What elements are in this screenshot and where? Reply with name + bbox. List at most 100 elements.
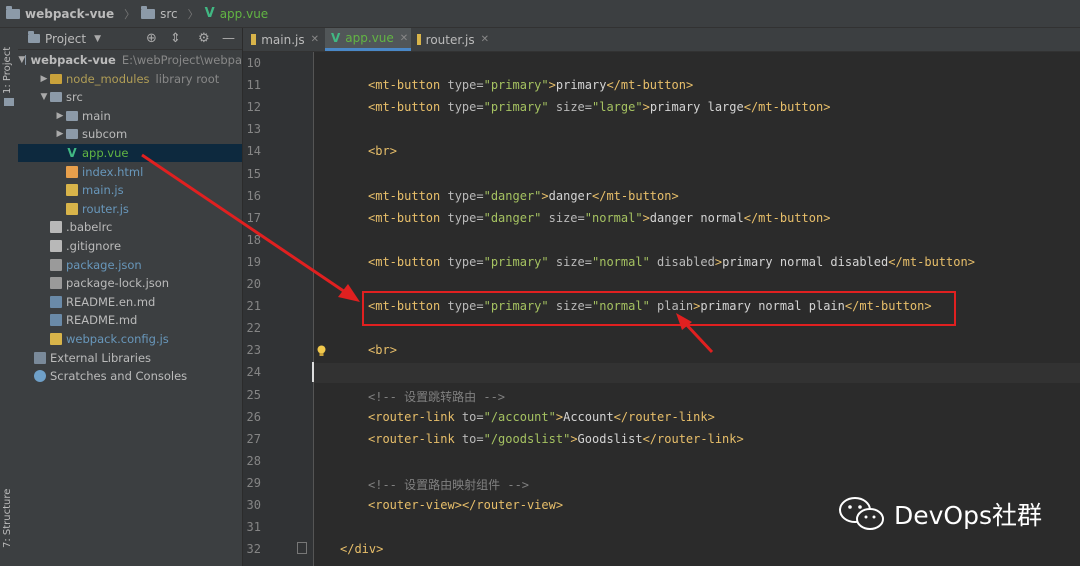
tab-label: router.js — [425, 32, 475, 47]
folder-icon — [141, 5, 156, 19]
collapse-icon[interactable]: ⇕ — [170, 31, 181, 46]
tree-item-label: .babelrc — [66, 220, 113, 235]
folder-icon — [50, 73, 62, 84]
code-line: <mt-button type="primary">primary</mt-bu… — [368, 78, 694, 93]
tab-main-js[interactable]: main.js ✕ — [245, 28, 325, 51]
tree-item-label: main — [82, 108, 111, 123]
tree-item-label: index.html — [82, 164, 144, 179]
tree-item[interactable]: main.js — [18, 181, 242, 199]
line-number: 20 — [246, 277, 261, 291]
tree-item[interactable]: Scratches and Consoles — [18, 367, 242, 385]
close-icon[interactable]: ✕ — [400, 33, 408, 44]
gear-icon[interactable]: ⚙ — [198, 31, 210, 46]
tab-label: app.vue — [345, 31, 394, 45]
tree-item[interactable]: ▶ main — [18, 107, 242, 125]
tree-item[interactable]: index.html — [18, 163, 242, 181]
line-number: 17 — [246, 210, 261, 225]
code-line: <router-view></router-view> — [368, 498, 564, 512]
scratches-icon — [34, 370, 46, 383]
project-view-selector[interactable]: Project — [45, 32, 86, 46]
tree-item[interactable]: package-lock.json — [18, 274, 242, 292]
tree-item[interactable]: README.md — [18, 311, 242, 329]
code-line: <!-- 设置跳转路由 --> — [368, 389, 506, 404]
line-number: 22 — [246, 321, 261, 336]
chevron-down-icon[interactable]: ▼ — [18, 55, 25, 65]
tree-item[interactable]: README.en.md — [18, 293, 242, 311]
tool-tab-project[interactable]: 1: Project — [2, 34, 16, 94]
tree-item[interactable]: ▼ src — [18, 88, 242, 106]
tree-item-label: package.json — [66, 257, 142, 272]
js-file-icon — [50, 333, 62, 345]
hide-icon[interactable]: — — [222, 31, 235, 46]
tree-item-label: .gitignore — [66, 239, 122, 253]
tab-app-vue[interactable]: V app.vue ✕ — [325, 28, 411, 51]
line-number: 28 — [246, 453, 261, 468]
chevron-right-icon: 〉 — [187, 7, 199, 21]
vue-file-icon: V — [331, 31, 341, 45]
close-icon[interactable]: ✕ — [311, 34, 319, 45]
watermark-text: DevOps社群 — [894, 501, 1042, 530]
code-line: <router-link to="/account">Account</rout… — [368, 409, 715, 424]
line-number: 23 — [246, 343, 261, 358]
tree-item[interactable]: ▼ webpack-vue E:\webProject\webpa — [18, 51, 242, 69]
tree-item[interactable]: webpack.config.js — [18, 330, 242, 348]
lightbulb-icon[interactable] — [316, 345, 327, 357]
chevron-right-icon[interactable]: ▶ — [38, 74, 50, 84]
code-line: <mt-button type="danger">danger</mt-butt… — [368, 188, 679, 203]
code-line: </div> — [340, 542, 384, 557]
chevron-right-icon[interactable]: ▶ — [54, 111, 66, 121]
tree-item[interactable]: ▶ subcom — [18, 125, 242, 143]
line-number: 21 — [246, 299, 261, 314]
folder-icon — [6, 5, 20, 19]
folder-icon — [4, 98, 14, 106]
line-number: 15 — [246, 166, 261, 181]
tab-router-js[interactable]: router.js ✕ — [411, 28, 495, 51]
tab-label: main.js — [261, 32, 305, 47]
library-icon — [34, 351, 46, 364]
breadcrumb-src[interactable]: src — [141, 5, 178, 21]
tree-item-extra: E:\webProject\webpa — [121, 53, 242, 67]
fold-icon[interactable] — [297, 542, 307, 554]
tree-item-label: README.en.md — [66, 294, 156, 309]
code-line: <mt-button type="primary" size="normal" … — [368, 254, 975, 269]
line-number: 27 — [246, 431, 261, 446]
chevron-down-icon[interactable]: ▼ — [38, 92, 50, 102]
close-icon[interactable]: ✕ — [481, 34, 489, 45]
chevron-right-icon: 〉 — [124, 7, 136, 21]
tree-item-label: External Libraries — [50, 350, 152, 365]
line-number: 26 — [246, 409, 261, 424]
vue-file-icon: V — [67, 146, 77, 160]
chevron-down-icon[interactable]: ▼ — [94, 34, 101, 44]
code-line: <br> — [368, 343, 397, 358]
breadcrumb-project[interactable]: webpack-vue — [6, 5, 114, 21]
tree-item-label: src — [66, 90, 83, 105]
js-file-icon — [66, 184, 78, 197]
tree-item-label: README.md — [66, 313, 138, 328]
chevron-right-icon[interactable]: ▶ — [54, 129, 66, 139]
tree-item[interactable]: ▶ node_modules library root — [18, 70, 242, 88]
tool-window-stripe: 1: Project 7: Structure — [0, 28, 19, 566]
tree-item[interactable]: External Libraries — [18, 349, 242, 367]
locate-icon[interactable]: ⊕ — [146, 31, 157, 46]
tree-item-label: Scratches and Consoles — [50, 369, 188, 384]
project-view-icon — [28, 31, 40, 43]
code-line: <mt-button type="danger" size="normal">d… — [368, 210, 831, 225]
highlight-box — [362, 291, 956, 326]
tree-item-label: webpack-vue — [30, 53, 116, 67]
tree-item[interactable]: .gitignore — [18, 237, 242, 255]
tool-tab-structure-label: 7: Structure — [2, 488, 13, 548]
line-number: 19 — [246, 254, 261, 269]
tree-item[interactable]: package.json — [18, 256, 242, 274]
tree-item[interactable]: Vapp.vue — [18, 144, 242, 162]
tree-item[interactable]: router.js — [18, 200, 242, 218]
breadcrumb-file[interactable]: V app.vue — [205, 6, 269, 21]
tool-tab-structure[interactable]: 7: Structure — [2, 468, 16, 548]
js-file-icon — [66, 202, 78, 215]
line-number: 25 — [246, 387, 261, 402]
tree-item[interactable]: .babelrc — [18, 218, 242, 236]
current-line-highlight — [314, 363, 1080, 383]
watermark: DevOps社群 — [838, 495, 1042, 533]
folder-icon — [66, 110, 78, 121]
tree-item-label: router.js — [82, 201, 129, 216]
breadcrumb-src-label: src — [160, 6, 178, 21]
